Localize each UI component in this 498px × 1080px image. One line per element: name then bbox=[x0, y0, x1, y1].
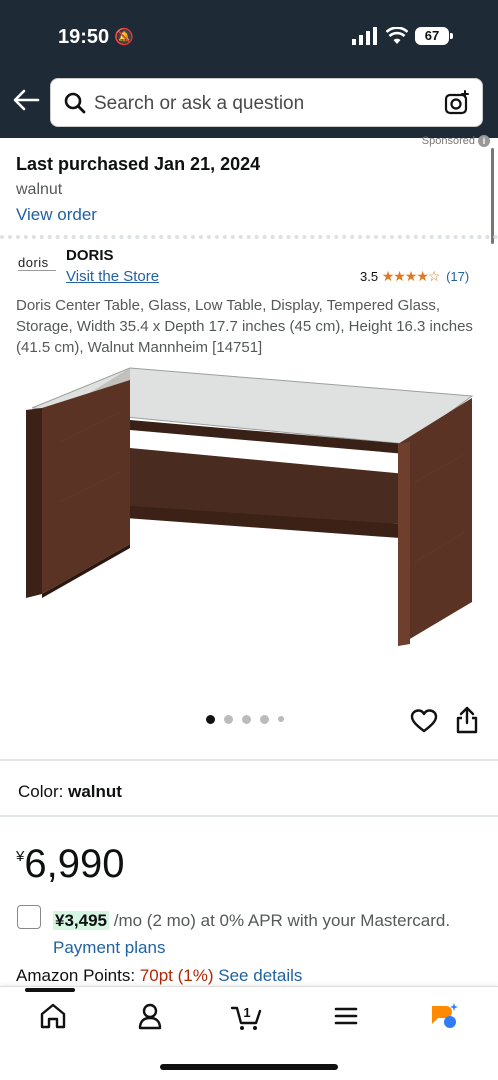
battery-indicator: 67 bbox=[415, 27, 453, 45]
rufus-icon[interactable] bbox=[428, 1000, 460, 1032]
last-purchased-variant: walnut bbox=[16, 181, 63, 198]
see-details-link[interactable]: See details bbox=[218, 966, 302, 985]
divider bbox=[0, 759, 498, 761]
rating-value: 3.5 bbox=[360, 269, 379, 284]
carousel-dot[interactable] bbox=[278, 716, 284, 722]
sponsored-label[interactable]: Sponsored i bbox=[422, 135, 490, 147]
carousel-dot[interactable] bbox=[242, 714, 251, 724]
rating-count: (17) bbox=[446, 269, 470, 284]
carousel-dot[interactable] bbox=[224, 714, 233, 724]
share-icon[interactable] bbox=[455, 706, 479, 734]
search-placeholder: Search or ask a question bbox=[94, 93, 305, 114]
cart-icon[interactable]: 1 bbox=[229, 1000, 265, 1032]
info-icon[interactable]: i bbox=[478, 135, 490, 147]
visit-store-link[interactable]: Visit the Store bbox=[66, 268, 159, 285]
bell-muted-icon: 🔕 bbox=[114, 29, 134, 46]
scrollbar bbox=[491, 148, 494, 244]
color-value: walnut bbox=[68, 782, 122, 801]
cellular-signal-icon bbox=[352, 27, 377, 45]
product-rating[interactable]: 3.5 ★★★★☆ (17) bbox=[360, 268, 469, 285]
sponsored-text: Sponsored bbox=[421, 135, 475, 147]
color-selector[interactable]: Color: walnut bbox=[18, 782, 122, 802]
image-carousel-dots[interactable] bbox=[206, 712, 284, 726]
payment-plans-link[interactable]: Payment plans bbox=[53, 938, 165, 957]
amazon-points: Amazon Points: 70pt (1%) See details bbox=[16, 966, 302, 986]
menu-icon[interactable] bbox=[330, 1000, 362, 1032]
status-time: 19:50 bbox=[58, 26, 110, 48]
installment-text: /mo (2 mo) at 0% APR with your Mastercar… bbox=[109, 911, 451, 930]
price-amount: 6,990 bbox=[24, 842, 125, 886]
carousel-dot[interactable] bbox=[206, 714, 215, 724]
brand-logo[interactable]: doris bbox=[16, 247, 58, 281]
points-value: 70pt bbox=[139, 966, 173, 985]
search-input[interactable]: Search or ask a question bbox=[50, 78, 483, 127]
account-icon[interactable] bbox=[134, 1000, 166, 1032]
star-rating-icon: ★★★★☆ bbox=[381, 268, 441, 284]
back-arrow-icon[interactable] bbox=[12, 86, 40, 114]
section-divider bbox=[0, 235, 498, 241]
last-purchased-section: Last purchased Jan 21, 2024 walnut View … bbox=[16, 154, 486, 225]
points-percent: (1%) bbox=[177, 966, 214, 985]
brand-logo-underline bbox=[18, 270, 56, 271]
search-icon bbox=[64, 92, 86, 114]
active-tab-indicator bbox=[25, 988, 75, 992]
brand-name: DORIS bbox=[66, 247, 114, 264]
status-bar: 19:50 🔕 67 bbox=[0, 0, 498, 66]
view-order-link[interactable]: View order bbox=[16, 205, 486, 225]
product-title: Doris Center Table, Glass, Low Table, Di… bbox=[16, 297, 473, 356]
wifi-icon bbox=[386, 27, 408, 44]
color-label: Color: bbox=[18, 782, 64, 801]
product-image[interactable] bbox=[20, 362, 478, 654]
installment-checkbox[interactable] bbox=[17, 905, 41, 929]
installment-offer: ¥3,495 /mo (2 mo) at 0% APR with your Ma… bbox=[53, 907, 483, 961]
cart-count: 1 bbox=[243, 1005, 250, 1020]
carousel-dot[interactable] bbox=[260, 714, 269, 724]
camera-search-icon[interactable] bbox=[444, 90, 470, 116]
heart-icon[interactable] bbox=[410, 708, 438, 734]
price-currency: ¥ bbox=[16, 848, 25, 865]
search-header: Search or ask a question bbox=[0, 66, 498, 138]
divider bbox=[0, 815, 498, 817]
home-indicator bbox=[160, 1064, 338, 1070]
product-price: ¥6,990 bbox=[16, 842, 124, 887]
home-icon[interactable] bbox=[37, 1000, 69, 1032]
installment-amount: ¥3,495 bbox=[53, 911, 109, 930]
last-purchased-title: Last purchased Jan 21, 2024 bbox=[16, 154, 261, 174]
brand-logo-text: doris bbox=[18, 255, 49, 270]
points-label: Amazon Points: bbox=[16, 966, 136, 985]
